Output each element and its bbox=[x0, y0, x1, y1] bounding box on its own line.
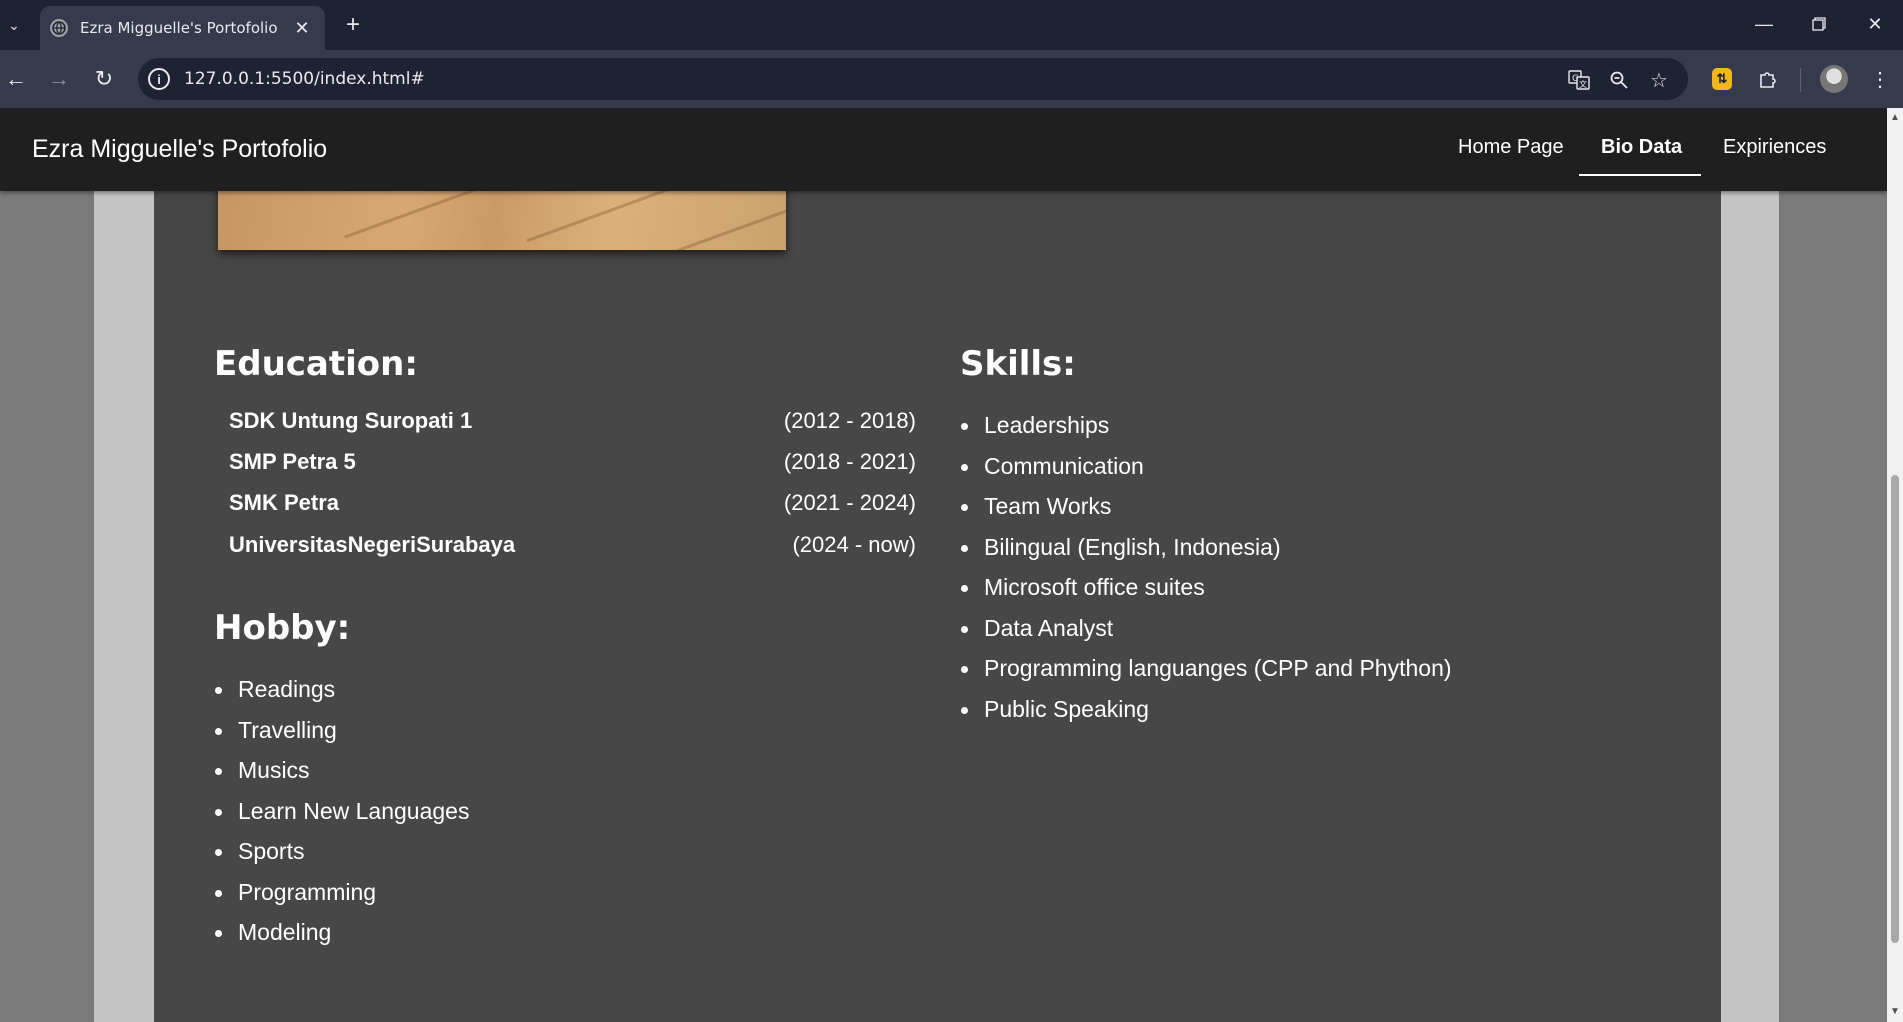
extension-icon[interactable]: ⇅ bbox=[1712, 68, 1732, 90]
avatar[interactable] bbox=[1820, 65, 1848, 93]
school-years: (2018 - 2021) bbox=[783, 449, 916, 474]
close-window-icon[interactable]: ✕ bbox=[1853, 8, 1897, 40]
reload-icon[interactable]: ↻ bbox=[90, 65, 118, 93]
school-name: UniversitasNegeriSurabaya bbox=[229, 532, 516, 557]
school-name: SDK Untung Suropati 1 bbox=[229, 408, 473, 433]
list-item: Travelling bbox=[215, 715, 469, 756]
nav-bio-data[interactable]: Bio Data bbox=[1601, 136, 1682, 159]
list-item: Data Analyst bbox=[961, 613, 1452, 654]
hobby-list: Readings Travelling Musics Learn New Lan… bbox=[215, 674, 469, 958]
chevron-down-icon[interactable]: ⌄ bbox=[2, 12, 26, 38]
scroll-thumb[interactable] bbox=[1891, 475, 1899, 943]
browser-toolbar: ← → ↻ i 127.0.0.1:5500/index.html# G文 ☆ … bbox=[0, 50, 1903, 108]
star-icon[interactable]: ☆ bbox=[1646, 67, 1672, 93]
school-name: SMP Petra 5 bbox=[229, 449, 356, 474]
list-item: Bilingual (English, Indonesia) bbox=[961, 532, 1452, 573]
active-nav-indicator bbox=[1579, 174, 1701, 176]
education-row: SMP Petra 5 (2018 - 2021) bbox=[229, 449, 916, 479]
arrow-left-icon[interactable]: ← bbox=[2, 65, 30, 93]
site-header: Ezra Migguelle's Portofolio Home Page Bi… bbox=[0, 108, 1887, 191]
list-item: Microsoft office suites bbox=[961, 572, 1452, 613]
info-icon[interactable]: i bbox=[148, 68, 170, 90]
browser-tab[interactable]: Ezra Migguelle's Portofolio ✕ bbox=[40, 6, 325, 50]
brand-title[interactable]: Ezra Migguelle's Portofolio bbox=[32, 135, 327, 164]
list-item: Learn New Languages bbox=[215, 796, 469, 837]
page-viewport: Education: SDK Untung Suropati 1 (2012 -… bbox=[0, 108, 1887, 1022]
hobby-heading: Hobby: bbox=[214, 608, 351, 648]
education-row: UniversitasNegeriSurabaya (2024 - now) bbox=[229, 532, 916, 562]
skills-heading: Skills: bbox=[960, 344, 1076, 384]
plus-icon[interactable]: + bbox=[340, 11, 366, 38]
list-item: Sports bbox=[215, 836, 469, 877]
school-years: (2024 - now) bbox=[792, 532, 916, 557]
svg-text:文: 文 bbox=[1579, 79, 1587, 89]
zoom-icon[interactable] bbox=[1606, 67, 1632, 93]
restore-icon[interactable] bbox=[1797, 8, 1841, 40]
kebab-menu-icon[interactable]: ⋮ bbox=[1866, 65, 1894, 93]
list-item: Leaderships bbox=[961, 410, 1452, 451]
list-item: Communication bbox=[961, 451, 1452, 492]
address-bar[interactable]: i 127.0.0.1:5500/index.html# G文 ☆ bbox=[138, 58, 1688, 100]
scroll-up-icon[interactable]: ▲ bbox=[1890, 112, 1900, 123]
translate-icon[interactable]: G文 bbox=[1566, 67, 1592, 93]
education-row: SMK Petra (2021 - 2024) bbox=[229, 490, 916, 520]
list-item: Musics bbox=[215, 755, 469, 796]
list-item: Programming bbox=[215, 877, 469, 918]
close-icon[interactable]: ✕ bbox=[291, 17, 313, 39]
minimize-icon[interactable]: — bbox=[1742, 8, 1786, 40]
nav-home-page[interactable]: Home Page bbox=[1458, 136, 1564, 159]
puzzle-icon[interactable] bbox=[1754, 65, 1782, 93]
school-name: SMK Petra bbox=[229, 490, 340, 515]
scroll-down-icon[interactable]: ▼ bbox=[1890, 1006, 1900, 1017]
globe-icon bbox=[50, 19, 68, 37]
url-text[interactable]: 127.0.0.1:5500/index.html# bbox=[184, 69, 425, 89]
list-item: Team Works bbox=[961, 491, 1452, 532]
skills-list: Leaderships Communication Team Works Bil… bbox=[961, 410, 1452, 734]
list-item: Programming languanges (CPP and Phython) bbox=[961, 653, 1452, 694]
list-item: Modeling bbox=[215, 917, 469, 958]
school-years: (2012 - 2018) bbox=[783, 408, 916, 433]
toolbar-divider bbox=[1800, 68, 1801, 92]
nav-expiriences[interactable]: Expiriences bbox=[1723, 136, 1826, 159]
list-item: Public Speaking bbox=[961, 694, 1452, 735]
list-item: Readings bbox=[215, 674, 469, 715]
education-heading: Education: bbox=[214, 344, 418, 384]
arrow-right-icon[interactable]: → bbox=[45, 65, 73, 93]
page-scrollbar[interactable]: ▲ ▼ bbox=[1887, 108, 1903, 1022]
tab-title: Ezra Migguelle's Portofolio bbox=[80, 19, 278, 37]
school-years: (2021 - 2024) bbox=[783, 490, 916, 515]
browser-tab-strip: ⌄ Ezra Migguelle's Portofolio ✕ + — ✕ bbox=[0, 0, 1903, 50]
education-row: SDK Untung Suropati 1 (2012 - 2018) bbox=[229, 408, 916, 438]
